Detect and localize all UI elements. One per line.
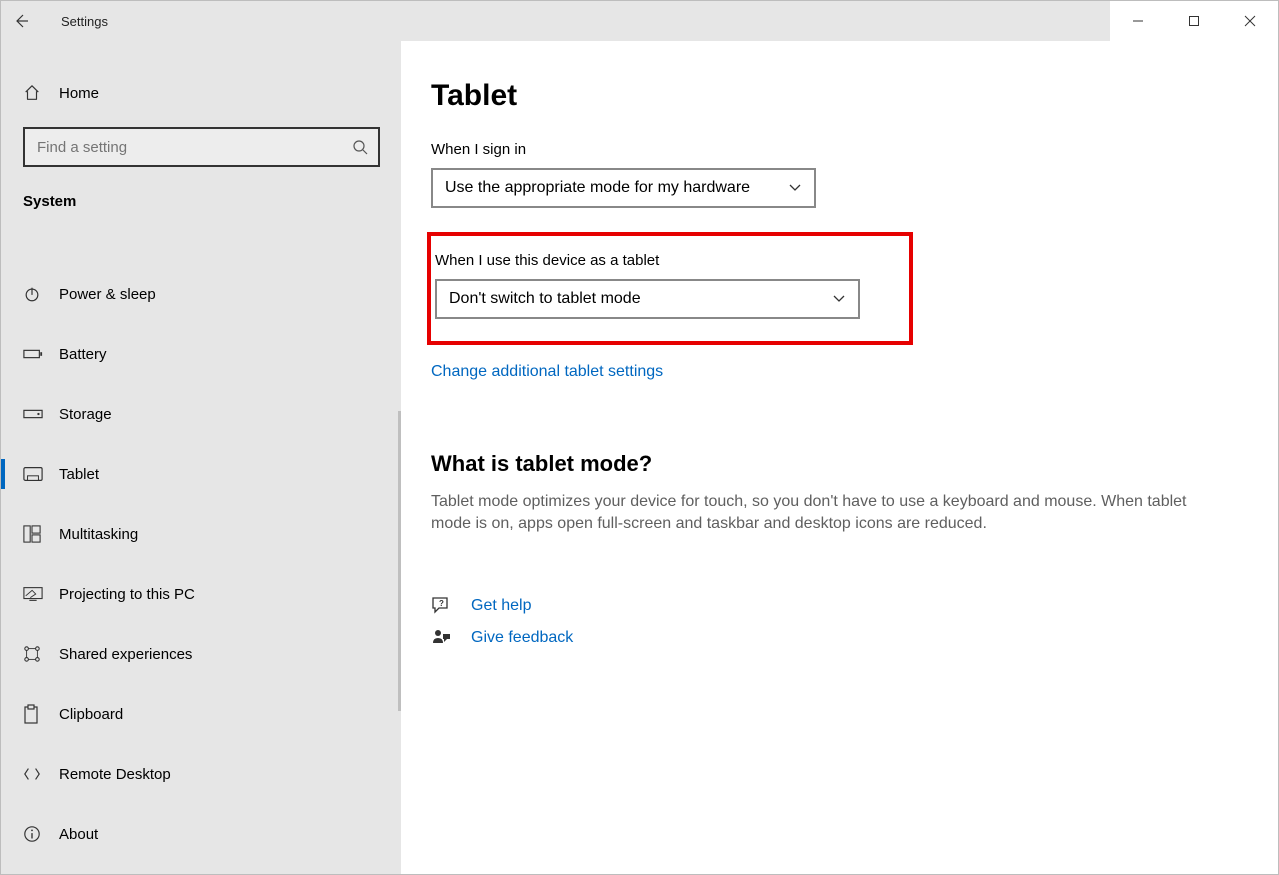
remote-desktop-icon bbox=[23, 765, 59, 783]
tablet-icon bbox=[23, 466, 59, 482]
minimize-icon bbox=[1132, 15, 1144, 27]
titlebar: Settings bbox=[1, 1, 1278, 41]
sidebar-item-label: Shared experiences bbox=[59, 646, 192, 663]
settings-window: Settings Home bbox=[0, 0, 1279, 875]
svg-text:?: ? bbox=[439, 599, 444, 608]
signin-combo[interactable]: Use the appropriate mode for my hardware bbox=[431, 168, 816, 208]
sidebar-home-label: Home bbox=[59, 85, 99, 102]
sidebar-item-label: Clipboard bbox=[59, 706, 123, 723]
tablet-use-combo[interactable]: Don't switch to tablet mode bbox=[435, 279, 860, 319]
get-help-icon: ? bbox=[431, 596, 471, 616]
feedback-icon bbox=[431, 628, 471, 648]
window-title: Settings bbox=[41, 1, 108, 41]
sidebar-item-label: Tablet bbox=[59, 466, 99, 483]
sidebar-item-label: Power & sleep bbox=[59, 286, 156, 303]
shared-icon bbox=[23, 645, 59, 663]
search-input[interactable] bbox=[35, 138, 352, 157]
multitasking-icon bbox=[23, 525, 59, 543]
sidebar-item-about[interactable]: About bbox=[1, 804, 401, 864]
signin-label: When I sign in bbox=[431, 141, 1248, 158]
sidebar-item-shared-experiences[interactable]: Shared experiences bbox=[1, 624, 401, 684]
get-help-row[interactable]: ? Get help bbox=[431, 596, 1248, 616]
close-button[interactable] bbox=[1222, 1, 1278, 41]
sidebar-scrollbar[interactable] bbox=[398, 411, 401, 711]
get-help-link[interactable]: Get help bbox=[471, 597, 531, 615]
sidebar-item-label: Battery bbox=[59, 346, 107, 363]
sidebar-category: System bbox=[1, 175, 401, 224]
search-wrap bbox=[1, 117, 401, 175]
about-icon bbox=[23, 825, 59, 843]
power-icon bbox=[23, 285, 59, 303]
home-icon bbox=[23, 84, 59, 102]
sidebar-item-projecting[interactable]: Projecting to this PC bbox=[1, 564, 401, 624]
sidebar-item-label: Projecting to this PC bbox=[59, 586, 195, 603]
sidebar-item-label: Storage bbox=[59, 406, 112, 423]
sidebar-item-label: Remote Desktop bbox=[59, 766, 171, 783]
storage-icon bbox=[23, 407, 59, 421]
sidebar-item-tablet[interactable]: Tablet bbox=[1, 444, 401, 504]
minimize-button[interactable] bbox=[1110, 1, 1166, 41]
maximize-icon bbox=[1188, 15, 1200, 27]
what-is-heading: What is tablet mode? bbox=[431, 451, 1248, 477]
body: Home System Power & sleep bbox=[1, 41, 1278, 874]
back-button[interactable] bbox=[1, 1, 41, 41]
page-title: Tablet bbox=[431, 79, 1248, 113]
clipboard-icon bbox=[23, 704, 59, 724]
sidebar-item-clipboard[interactable]: Clipboard bbox=[1, 684, 401, 744]
window-buttons bbox=[1110, 1, 1278, 41]
sidebar-item-label: About bbox=[59, 826, 98, 843]
tablet-use-combo-value: Don't switch to tablet mode bbox=[449, 290, 641, 308]
sidebar-item-battery[interactable]: Battery bbox=[1, 324, 401, 384]
what-is-body: Tablet mode optimizes your device for to… bbox=[431, 491, 1221, 536]
sidebar-item-multitasking[interactable]: Multitasking bbox=[1, 504, 401, 564]
sidebar-home[interactable]: Home bbox=[1, 69, 401, 117]
chevron-down-icon bbox=[832, 294, 846, 304]
signin-combo-value: Use the appropriate mode for my hardware bbox=[445, 179, 750, 197]
change-additional-link[interactable]: Change additional tablet settings bbox=[431, 363, 1248, 381]
maximize-button[interactable] bbox=[1166, 1, 1222, 41]
sidebar: Home System Power & sleep bbox=[1, 41, 401, 874]
sidebar-item-storage[interactable]: Storage bbox=[1, 384, 401, 444]
chevron-down-icon bbox=[788, 183, 802, 193]
give-feedback-row[interactable]: Give feedback bbox=[431, 628, 1248, 648]
highlight-box: When I use this device as a tablet Don't… bbox=[427, 232, 913, 345]
search-input-box[interactable] bbox=[23, 127, 380, 167]
sidebar-item-power-sleep[interactable]: Power & sleep bbox=[1, 264, 401, 324]
back-arrow-icon bbox=[13, 13, 29, 29]
tablet-use-label: When I use this device as a tablet bbox=[435, 252, 887, 269]
battery-icon bbox=[23, 347, 59, 361]
sidebar-item-label: Multitasking bbox=[59, 526, 138, 543]
give-feedback-link[interactable]: Give feedback bbox=[471, 629, 573, 647]
search-icon bbox=[352, 139, 368, 155]
projecting-icon bbox=[23, 586, 59, 602]
sidebar-item-remote-desktop[interactable]: Remote Desktop bbox=[1, 744, 401, 804]
content-area: Tablet When I sign in Use the appropriat… bbox=[401, 41, 1278, 874]
close-icon bbox=[1244, 15, 1256, 27]
